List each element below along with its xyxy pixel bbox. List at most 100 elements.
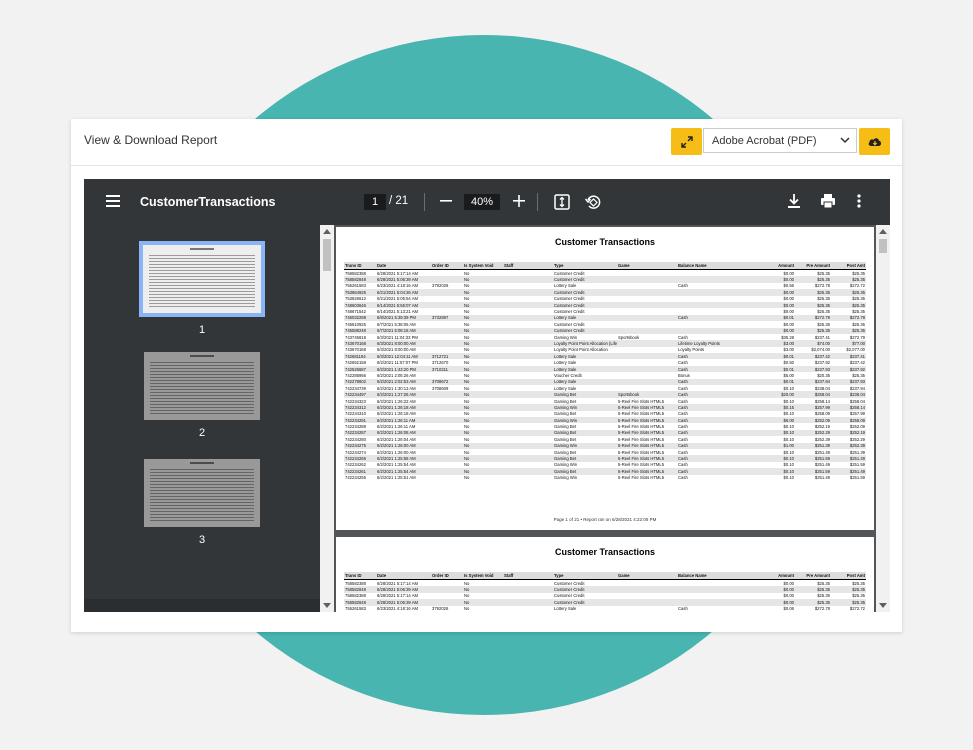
- table-cell: Customer Credit: [554, 580, 585, 586]
- thumbnail-1[interactable]: 1: [139, 241, 265, 336]
- thumbnail-page: [144, 352, 260, 420]
- thumbnail-2[interactable]: 2: [144, 352, 260, 439]
- transactions-table: Trans ID Date Order ID Is System Void Staff T…: [344, 262, 866, 481]
- scroll-up-icon[interactable]: [323, 229, 331, 234]
- thumbnail-number: 1: [198, 324, 206, 336]
- toolbar-divider: [424, 193, 425, 211]
- table-cell: [677, 270, 755, 277]
- column-header: Balance Name: [677, 572, 755, 580]
- column-header: Game: [617, 262, 677, 270]
- column-header: Date: [376, 262, 431, 270]
- table-cell: 6/28/2021 5:17:14 AM: [377, 580, 418, 586]
- rotate-icon[interactable]: [584, 193, 602, 211]
- scroll-down-icon[interactable]: [879, 603, 887, 608]
- table-cell: Cash: [678, 606, 688, 612]
- table-cell: Loyalty Point Point Allocation: [554, 347, 608, 353]
- sidebar-scrollbar[interactable]: [320, 225, 334, 612]
- page-number-input[interactable]: 1: [364, 194, 386, 210]
- format-select[interactable]: Adobe Acrobat (PDF): [703, 128, 857, 153]
- table-cell: 6/23/2021 4:18:16 AM: [377, 606, 418, 612]
- fit-page-icon[interactable]: [554, 194, 570, 210]
- table-row: 758582388 6/28/2021 5:17:14 AM No Customer …: [344, 580, 866, 587]
- table-cell: $25.35: [852, 270, 865, 276]
- table-cell: [503, 270, 553, 277]
- expand-icon: [680, 135, 693, 148]
- cloud-download-icon: [868, 137, 881, 146]
- table-cell: Lottery Sale: [554, 606, 577, 612]
- table-header: Trans ID Date Order ID Is System Void Staff T…: [344, 572, 866, 580]
- column-header: Is System Void: [463, 262, 503, 270]
- table-cell: 742234255: [345, 475, 366, 481]
- zoom-in-icon[interactable]: [512, 193, 526, 209]
- column-header: Game: [617, 572, 677, 580]
- column-header: Amount: [755, 572, 795, 580]
- report-heading: Customer Transactions: [554, 547, 656, 557]
- zoom-out-icon[interactable]: [439, 193, 453, 209]
- column-header: Staff: [503, 572, 553, 580]
- thumbnail-number: 2: [198, 427, 206, 439]
- table-cell: 6/28/2021 5:17:14 AM: [377, 270, 418, 276]
- table-cell: $251.49: [814, 475, 830, 481]
- table-row: 742234255 6/2/2021 1:25:51 AM No Gaming Win…: [344, 475, 866, 481]
- scroll-up-icon[interactable]: [879, 229, 887, 234]
- table-cell: $25.35: [852, 580, 865, 586]
- document-title: CustomerTransactions: [140, 195, 276, 209]
- column-header: Pre Amount: [795, 262, 831, 270]
- table-cell: [503, 606, 553, 612]
- table-cell: $0.06: [783, 606, 794, 612]
- table-cell: Customer Credit: [554, 270, 585, 276]
- table-cell: [431, 270, 463, 277]
- column-header: Balance Name: [677, 262, 755, 270]
- thumbnail-page: [144, 459, 260, 527]
- table-cell: No: [464, 606, 470, 612]
- table-cell: $25.35: [817, 270, 830, 276]
- table-cell: [503, 580, 553, 587]
- column-header: Amount: [755, 262, 795, 270]
- scrollbar-thumb[interactable]: [879, 239, 887, 253]
- table-header: Trans ID Date Order ID Is System Void Staff T…: [344, 262, 866, 270]
- thumbnail-sidebar: 1 2 3: [84, 225, 320, 612]
- format-select-value: Adobe Acrobat (PDF): [712, 134, 817, 147]
- page-title: View & Download Report: [84, 133, 218, 147]
- page-footer: Page 1 of 21 • Report ran on 6/28/2021 4…: [553, 517, 657, 522]
- thumbnail-3[interactable]: 3: [144, 459, 260, 546]
- zoom-level[interactable]: 40%: [464, 194, 500, 210]
- table-cell: [617, 606, 677, 612]
- table-cell: [617, 270, 677, 277]
- transactions-table: Trans ID Date Order ID Is System Void Staff T…: [344, 572, 866, 612]
- table-cell: 758582388: [345, 580, 366, 586]
- print-icon[interactable]: [820, 193, 836, 209]
- scroll-down-icon[interactable]: [323, 603, 331, 608]
- column-header: Date: [376, 572, 431, 580]
- table-cell: $0.00: [783, 580, 794, 586]
- table-cell: [431, 475, 463, 481]
- column-header: Post Amt: [831, 572, 866, 580]
- report-heading: Customer Transactions: [554, 237, 656, 247]
- more-options-icon[interactable]: [856, 193, 862, 209]
- pages-scrollbar[interactable]: [876, 225, 890, 612]
- table-cell: 3792026: [432, 606, 449, 612]
- table-cell: [503, 475, 553, 481]
- scrollbar-thumb[interactable]: [323, 239, 331, 271]
- table-cell: 758582388: [345, 270, 366, 276]
- table-row: 755261583 6/23/2021 4:18:16 AM 3792026 No Lo…: [344, 606, 866, 612]
- table-cell: [677, 580, 755, 587]
- expand-button[interactable]: [671, 128, 702, 155]
- column-header: Staff: [503, 262, 553, 270]
- column-header: Is System Void: [463, 572, 503, 580]
- table-cell: $25.35: [817, 580, 830, 586]
- column-header: Order ID: [431, 262, 463, 270]
- toolbar-divider: [537, 193, 538, 211]
- page-total: / 21: [389, 195, 409, 207]
- thumbnail-number: 3: [198, 534, 206, 546]
- menu-icon[interactable]: [106, 195, 120, 207]
- table-cell: [431, 580, 463, 587]
- table-cell: No: [464, 270, 470, 276]
- column-header: Trans ID: [344, 572, 376, 580]
- cloud-download-button[interactable]: [859, 128, 890, 155]
- download-icon[interactable]: [787, 193, 801, 209]
- table-cell: 755261583: [345, 606, 366, 612]
- column-header: Post Amt: [831, 262, 866, 270]
- column-header: Pre Amount: [795, 572, 831, 580]
- table-cell: 6/2/2021 1:25:51 AM: [377, 475, 416, 481]
